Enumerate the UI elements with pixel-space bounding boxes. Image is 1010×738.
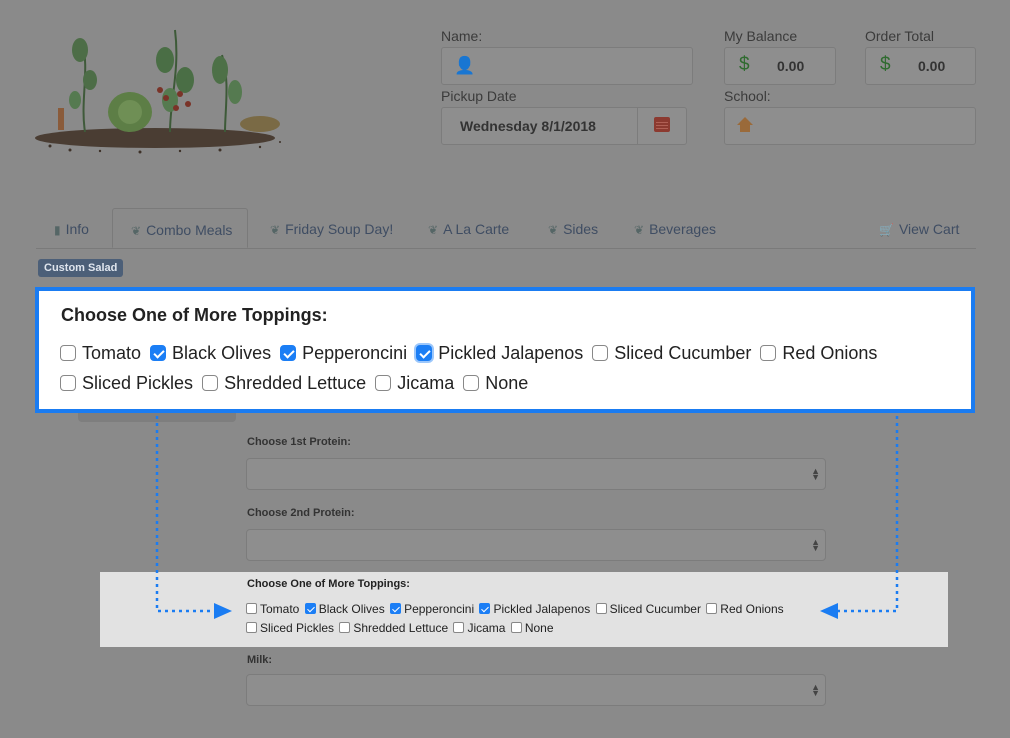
zoom-connector-arrows bbox=[155, 416, 899, 619]
left-connector-line bbox=[155, 416, 214, 613]
left-pointing-arrow-icon bbox=[820, 603, 838, 619]
right-connector-line bbox=[838, 416, 899, 613]
right-pointing-arrow-icon bbox=[214, 603, 232, 619]
